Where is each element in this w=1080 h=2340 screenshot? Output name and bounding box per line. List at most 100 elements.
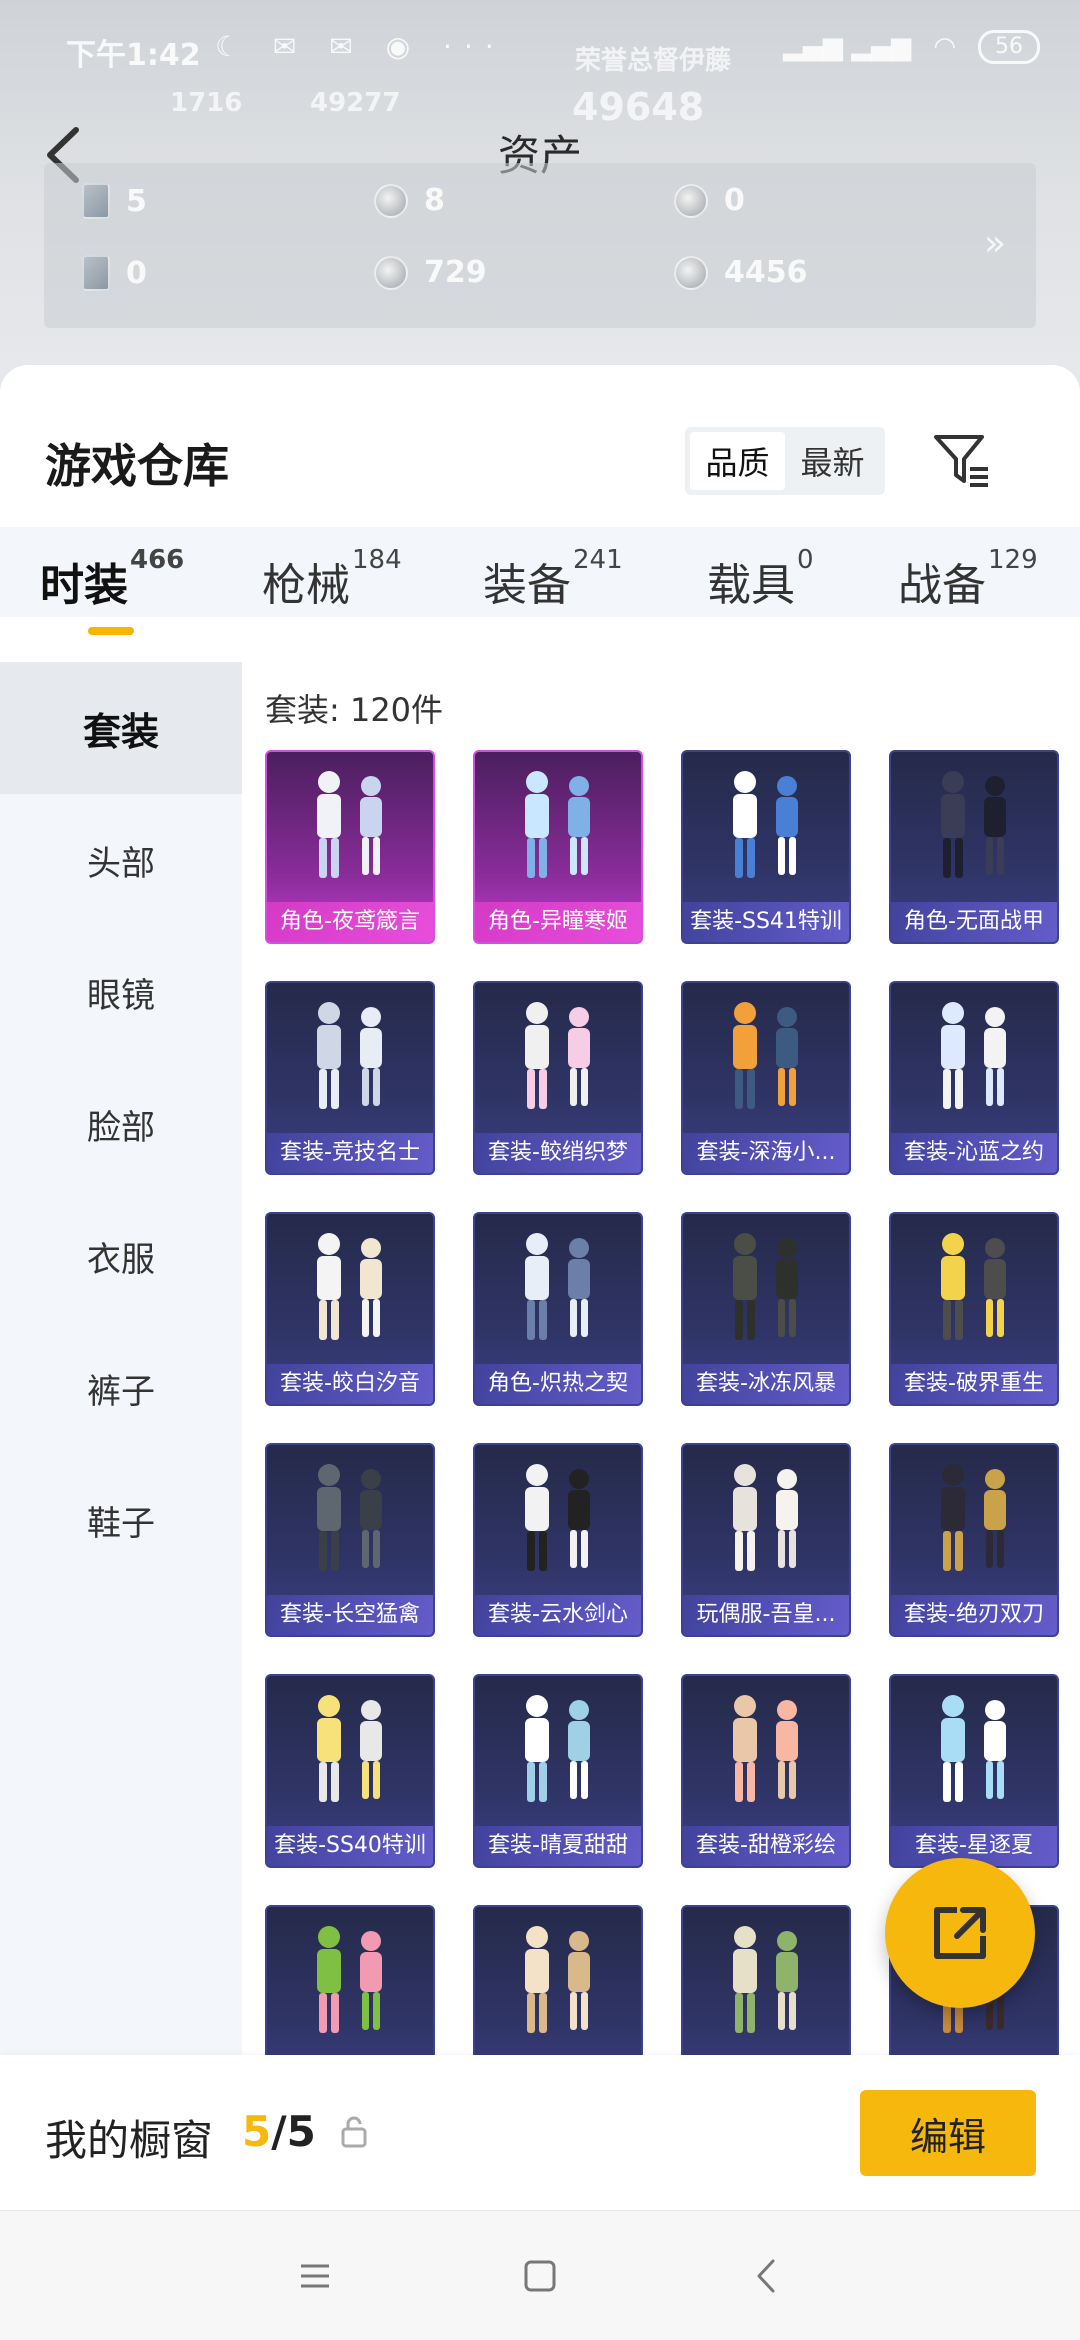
grid-item-name: 套装-长空猛禽 <box>267 1595 433 1635</box>
grid-item[interactable]: 套装-沁蓝之约 <box>889 981 1059 1175</box>
outfit-thumbnail <box>317 1002 382 1109</box>
assets-summary[interactable]: 5 8 0 0 729 4456 » <box>44 163 1036 328</box>
grid-item[interactable]: 套装-绝刃双刀 <box>889 1443 1059 1637</box>
grid-item[interactable]: 玩偶服-吾皇... <box>681 1443 851 1637</box>
grid-item-name: 套装-晴夏甜甜 <box>475 1826 641 1866</box>
grid-item-name: 套装-深海小... <box>683 1133 849 1173</box>
outfit-thumbnail <box>733 1233 798 1340</box>
grid-item-name: 套装-破界重生 <box>891 1364 1057 1404</box>
grid-item[interactable]: 套装-竞技名士 <box>265 981 435 1175</box>
wifi-icon: ◠ <box>933 32 956 62</box>
grid-item[interactable]: 套装-SS40特训 <box>265 1674 435 1868</box>
asset-item: 0 <box>674 183 745 218</box>
tab-supplies[interactable]: 战备129 <box>898 545 1038 613</box>
subcategory-shoes[interactable]: 鞋子 <box>0 1454 242 1586</box>
grid-item-name: 套装-甜橙彩绘 <box>683 1826 849 1866</box>
grid-item[interactable]: 套装-晴夏甜甜 <box>473 1674 643 1868</box>
chevron-right-icon[interactable]: » <box>984 223 1006 264</box>
outfit-thumbnail <box>525 1926 590 2033</box>
grid-item[interactable]: 套装-云水剑心 <box>473 1443 643 1637</box>
grid-item[interactable]: 套装-甜橙彩绘 <box>681 1674 851 1868</box>
grid-item[interactable]: 套装-长空猛禽 <box>265 1443 435 1637</box>
item-count-label: 套装: 120件 <box>265 691 444 729</box>
grid-item-name: 角色-炽热之契 <box>475 1364 641 1404</box>
grid-item[interactable]: 套装-皎白汐音 <box>265 1212 435 1406</box>
subcategory-face[interactable]: 脸部 <box>0 1058 242 1190</box>
tab-weapons[interactable]: 枪械184 <box>262 545 402 613</box>
grid-item[interactable]: 角色-炽热之契 <box>473 1212 643 1406</box>
outfit-thumbnail <box>317 1926 382 2033</box>
grid-item-name: 套装-SS40特训 <box>267 1826 433 1866</box>
card-icon <box>82 255 110 291</box>
outfit-thumbnail <box>317 1695 382 1802</box>
sort-newest-button[interactable]: 最新 <box>785 432 880 490</box>
signal-icon: ▂▄▆ ▂▄▆ <box>783 32 912 62</box>
grid-item[interactable]: 套装-星逐夏 <box>889 1674 1059 1868</box>
warehouse-sheet: 游戏仓库 品质 最新 时装466 枪械184 装备241 载具0 战备129 套… <box>0 365 1080 2340</box>
outfit-thumbnail <box>733 771 798 878</box>
outfit-thumbnail <box>317 771 382 878</box>
grid-item[interactable]: 角色-异瞳寒姬 <box>473 750 643 944</box>
system-nav-bar <box>0 2210 1080 2340</box>
grid-item-name: 角色-夜鸢箴言 <box>267 902 433 942</box>
subcategory-set[interactable]: 套装 <box>0 662 242 794</box>
grid-item-name: 套装-云水剑心 <box>475 1595 641 1635</box>
edit-button[interactable]: 编辑 <box>860 2090 1036 2176</box>
subcategory-pants[interactable]: 裤子 <box>0 1322 242 1454</box>
tab-equipment[interactable]: 装备241 <box>483 545 623 613</box>
outfit-thumbnail <box>525 1695 590 1802</box>
grid-item-name: 角色-异瞳寒姬 <box>475 902 641 942</box>
grid-item[interactable]: 套装-深海小... <box>681 981 851 1175</box>
sort-toggle: 品质 最新 <box>685 427 885 495</box>
outfit-thumbnail <box>941 1695 1006 1802</box>
outfit-thumbnail <box>733 1926 798 2033</box>
grid-item[interactable]: 套装-冰冻风暴 <box>681 1212 851 1406</box>
grid-item[interactable]: 角色-夜鸢箴言 <box>265 750 435 944</box>
ghost-stat-b: 49277 <box>310 88 401 118</box>
outfit-thumbnail <box>941 1464 1006 1571</box>
ghost-title: 荣誉总督伊藤 <box>575 46 732 76</box>
grid-item-name: 套装-竞技名士 <box>267 1133 433 1173</box>
coin-icon <box>674 183 708 218</box>
share-button[interactable] <box>885 1858 1035 2008</box>
outfit-thumbnail <box>733 1695 798 1802</box>
status-right: ▂▄▆ ▂▄▆ ◠ 56 <box>783 30 1040 64</box>
grid-item-name: 套装-皎白汐音 <box>267 1364 433 1404</box>
grid-item[interactable]: 套装-破界重生 <box>889 1212 1059 1406</box>
subcategory-glasses[interactable]: 眼镜 <box>0 926 242 1058</box>
showcase-count: 5/5 <box>242 2107 316 2156</box>
grid-item-name: 套装-SS41特训 <box>683 902 849 942</box>
notification-icons: ☾ ✉ ✉ ◉ ··· <box>215 30 506 63</box>
showcase-bar: 我的橱窗 5/5 编辑 <box>0 2055 1080 2210</box>
tab-fashion[interactable]: 时装466 <box>40 545 184 613</box>
outfit-thumbnail <box>941 771 1006 878</box>
outfit-thumbnail <box>317 1233 382 1340</box>
asset-item: 8 <box>374 183 445 218</box>
outfit-thumbnail <box>525 1233 590 1340</box>
grid-item[interactable]: 角色-无面战甲 <box>889 750 1059 944</box>
grid-item[interactable]: 套装-鲛绡织梦 <box>473 981 643 1175</box>
tab-vehicles[interactable]: 载具0 <box>707 545 814 613</box>
coin-icon <box>374 183 408 218</box>
card-icon <box>82 183 110 219</box>
sort-quality-button[interactable]: 品质 <box>690 432 785 490</box>
menu-icon[interactable] <box>285 2211 345 2340</box>
filter-icon[interactable] <box>932 431 992 491</box>
grid-item-name: 套装-绝刃双刀 <box>891 1595 1057 1635</box>
category-tabs: 时装466 枪械184 装备241 载具0 战备129 <box>0 527 1080 617</box>
showcase-label: 我的橱窗 <box>45 2116 214 2165</box>
grid-item-name: 玩偶服-吾皇... <box>683 1595 849 1635</box>
home-icon[interactable] <box>510 2211 570 2340</box>
back-nav-icon[interactable] <box>737 2211 797 2340</box>
grid-item-name: 角色-无面战甲 <box>891 902 1057 942</box>
outfit-thumbnail <box>733 1002 798 1109</box>
grid-item-name: 套装-沁蓝之约 <box>891 1133 1057 1173</box>
grid-item[interactable]: 套装-SS41特训 <box>681 750 851 944</box>
asset-item: 0 <box>82 255 147 291</box>
asset-item: 729 <box>374 255 487 290</box>
active-tab-indicator <box>88 627 134 635</box>
grid-item-name: 套装-冰冻风暴 <box>683 1364 849 1404</box>
status-time: 下午1:42 <box>66 38 201 73</box>
subcategory-clothes[interactable]: 衣服 <box>0 1190 242 1322</box>
subcategory-head[interactable]: 头部 <box>0 794 242 926</box>
